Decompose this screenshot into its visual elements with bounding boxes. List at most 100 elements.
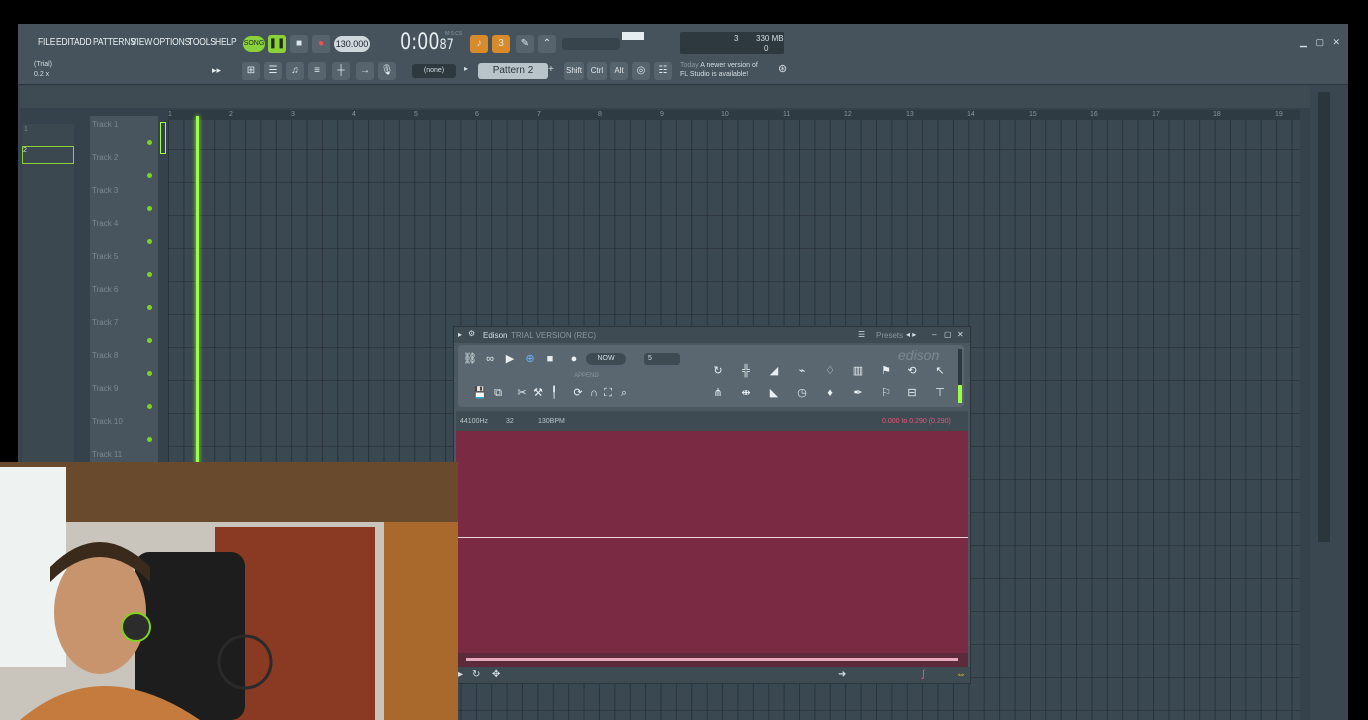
news-arrow-icon[interactable]: ⊛ (778, 62, 787, 75)
tools-icon[interactable]: ⚒ (530, 385, 546, 401)
select-icon[interactable]: ⛶ (600, 385, 616, 401)
minimize-icon[interactable]: ▁ (1300, 37, 1307, 47)
menu-patterns[interactable]: PATTERNS (93, 37, 136, 48)
link-icon[interactable]: ⛓ (462, 351, 478, 367)
waveform-view[interactable] (456, 431, 968, 653)
track-mute-3[interactable] (147, 206, 152, 211)
track-mute-1[interactable] (147, 140, 152, 145)
edison-presets-list-icon[interactable]: ☰ (858, 330, 865, 339)
channel-rack-icon[interactable]: ☰ (264, 62, 282, 80)
edison-titlebar[interactable]: ▸ ⚙ Edison TRIAL VERSION (REC) ☰ Presets… (454, 327, 970, 343)
shift-button[interactable]: Shift (564, 62, 584, 80)
copy-icon[interactable]: ⧉ (490, 385, 506, 401)
piano-roll-icon[interactable]: ♫ (286, 62, 304, 80)
drag-out-icon[interactable]: ➜ (838, 669, 846, 680)
master-pitch-slider[interactable] (622, 32, 644, 40)
pause-button[interactable]: ❚❚ (268, 35, 286, 53)
save-sample-icon[interactable]: ⊟ (904, 385, 920, 401)
news-icon[interactable]: ☷ (654, 62, 672, 80)
edison-gear-icon[interactable]: ⚙ (468, 329, 475, 338)
track-mute-6[interactable] (147, 305, 152, 310)
mixer-icon[interactable]: ≡ (308, 62, 326, 80)
edison-menu-arrow-icon[interactable]: ▸ (458, 330, 462, 339)
close-icon[interactable]: ✕ (1332, 37, 1340, 47)
menu-help[interactable]: HELP (215, 37, 237, 48)
track-header-5[interactable]: Track 5 (92, 252, 118, 261)
plugin-picker-icon[interactable]: ┼ (332, 62, 350, 80)
track-header-8[interactable]: Track 8 (92, 351, 118, 360)
record-now-button[interactable]: NOW (586, 353, 626, 365)
reverse-icon[interactable]: ↻ (710, 363, 726, 379)
track-mute-2[interactable] (147, 173, 152, 178)
track-header-11[interactable]: Track 11 (92, 450, 122, 459)
menu-file[interactable]: FILE (38, 37, 55, 48)
pitch-icon[interactable]: ⋔ (710, 385, 726, 401)
normalize-icon[interactable]: ╬ (738, 363, 754, 379)
track-header-1[interactable]: Track 1 (92, 120, 118, 129)
edison-presets[interactable]: Presets (876, 331, 903, 340)
zoom-icon[interactable]: ⌕ (616, 385, 632, 401)
record-for-value[interactable]: 5 (644, 353, 680, 365)
track-header-7[interactable]: Track 7 (92, 318, 118, 327)
menu-view[interactable]: VIEW (131, 37, 152, 48)
edison-maximize-icon[interactable]: ▢ (944, 330, 952, 339)
clock-icon[interactable]: ◷ (794, 385, 810, 401)
export-icon[interactable]: ⊤ (932, 385, 948, 401)
news-panel[interactable]: Today A newer version of FL Studio is av… (680, 61, 758, 79)
edison-close-icon[interactable]: ✕ (957, 330, 964, 339)
scrollbar-thumb[interactable] (466, 658, 958, 661)
pattern-item-2[interactable]: 2 (22, 146, 74, 164)
metronome-icon[interactable]: ♪ (470, 35, 488, 53)
pattern-clip[interactable] (160, 122, 166, 154)
master-volume-slider[interactable] (562, 38, 620, 50)
playlist-icon[interactable]: ⊞ (242, 62, 260, 80)
tempo-icon[interactable]: → (356, 62, 374, 80)
bottom-move-icon[interactable]: ✥ (492, 669, 500, 680)
play-icon[interactable]: ▶ (502, 351, 518, 367)
pattern-prev-icon[interactable]: ▸ (464, 64, 474, 78)
loop-icon[interactable]: ∞ (482, 351, 498, 367)
ctrl-button[interactable]: Ctrl (587, 62, 607, 80)
pen-icon[interactable]: ✒ (850, 385, 866, 401)
track-header-3[interactable]: Track 3 (92, 186, 118, 195)
snap-select[interactable]: (none) (412, 64, 456, 78)
track-header-6[interactable]: Track 6 (92, 285, 118, 294)
stretch-icon[interactable]: ⇼ (738, 385, 754, 401)
preset-prev-icon[interactable]: ◂ ▸ (906, 330, 916, 339)
waveform-scrollbar[interactable] (456, 653, 968, 667)
blend-notes-icon[interactable]: ⌃ (538, 35, 556, 53)
marker-tool-icon[interactable]: ⚑ (878, 363, 894, 379)
loop-tool-icon[interactable]: ⟲ (904, 363, 920, 379)
equalizer-icon[interactable]: ▥ (850, 363, 866, 379)
pattern-item-1[interactable]: 1 (24, 126, 28, 133)
marker-icon[interactable]: ╿ (546, 385, 562, 401)
microphone-icon[interactable]: 🎙 (378, 62, 396, 80)
step-edit-icon[interactable]: ✎ (516, 35, 534, 53)
online-icon[interactable]: ◎ (632, 62, 650, 80)
record-button[interactable]: ● (312, 35, 330, 53)
resize-icon[interactable]: ⇔ (956, 669, 966, 680)
track-header-2[interactable]: Track 2 (92, 153, 118, 162)
track-mute-9[interactable] (147, 404, 152, 409)
track-mute-7[interactable] (147, 338, 152, 343)
track-mute-10[interactable] (147, 437, 152, 442)
fade-in-icon[interactable]: ◢ (766, 363, 782, 379)
bottom-arrow-icon[interactable]: ▸ (458, 669, 463, 680)
volume-icon[interactable]: ♢ (822, 363, 838, 379)
curve-icon[interactable]: ∫ (922, 669, 925, 680)
monitor-icon[interactable]: ⊕ (522, 351, 538, 367)
envelope-icon[interactable]: ◣ (766, 385, 782, 401)
tempo-display[interactable]: 130.000 (334, 36, 370, 52)
run-icon[interactable]: ⌁ (794, 363, 810, 379)
marker-list-icon[interactable]: ⚐ (878, 385, 894, 401)
alt-button[interactable]: Alt (610, 62, 628, 80)
menu-edit[interactable]: EDIT (56, 37, 75, 48)
save-icon[interactable]: 💾 (472, 385, 488, 401)
menu-tools[interactable]: TOOLS (188, 37, 216, 48)
stop-button[interactable]: ■ (290, 35, 308, 53)
maximize-icon[interactable]: ▢ (1315, 37, 1324, 47)
track-header-4[interactable]: Track 4 (92, 219, 118, 228)
song-mode-toggle[interactable]: SONG (243, 36, 265, 52)
track-header-9[interactable]: Track 9 (92, 384, 118, 393)
right-scroll-panel[interactable] (1318, 92, 1330, 542)
